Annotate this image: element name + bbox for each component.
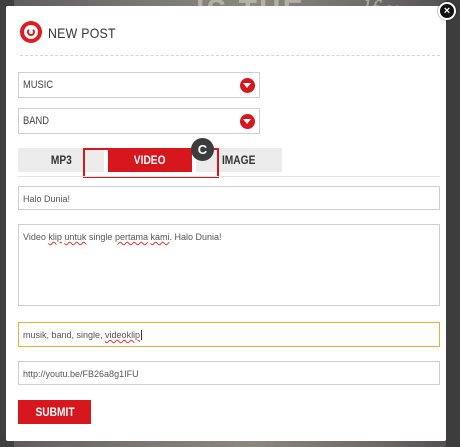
tags-field-value: musik, band, single, videoklip: [23, 330, 143, 340]
video-url-field-value: http://youtu.be/FB26a8g1IFU: [23, 369, 139, 379]
annotation-badge: C: [191, 138, 214, 161]
text-caret: [141, 330, 143, 340]
chevron-down-icon[interactable]: [240, 78, 255, 93]
subcategory-select-value: BAND: [23, 115, 49, 127]
body-textarea-value: Video klip untuk single pertama kami. Ha…: [23, 232, 222, 242]
chevron-down-icon[interactable]: [240, 114, 255, 129]
modal-title: NEW POST: [48, 25, 116, 41]
modal-header: NEW POST: [20, 18, 440, 56]
smiley-logo-icon: [20, 21, 42, 43]
backdrop-edge-right: [446, 0, 460, 447]
category-select[interactable]: MUSIC: [18, 72, 260, 98]
category-select-value: MUSIC: [23, 79, 54, 91]
subcategory-select[interactable]: BAND: [18, 108, 260, 134]
tags-field[interactable]: musik, band, single, videoklip: [18, 322, 440, 347]
tabs-divider: [18, 176, 440, 177]
body-textarea[interactable]: Video klip untuk single pertama kami. Ha…: [18, 224, 440, 306]
submit-button[interactable]: SUBMIT: [18, 400, 91, 424]
video-url-field[interactable]: http://youtu.be/FB26a8g1IFU: [18, 361, 440, 385]
close-icon[interactable]: ×: [438, 2, 456, 20]
title-field[interactable]: Halo Dunia!: [18, 186, 440, 210]
new-post-modal: NEW POST MUSIC BAND MP3 VIDEO IMAGE C Ha…: [6, 6, 446, 441]
title-field-value: Halo Dunia!: [23, 194, 71, 204]
